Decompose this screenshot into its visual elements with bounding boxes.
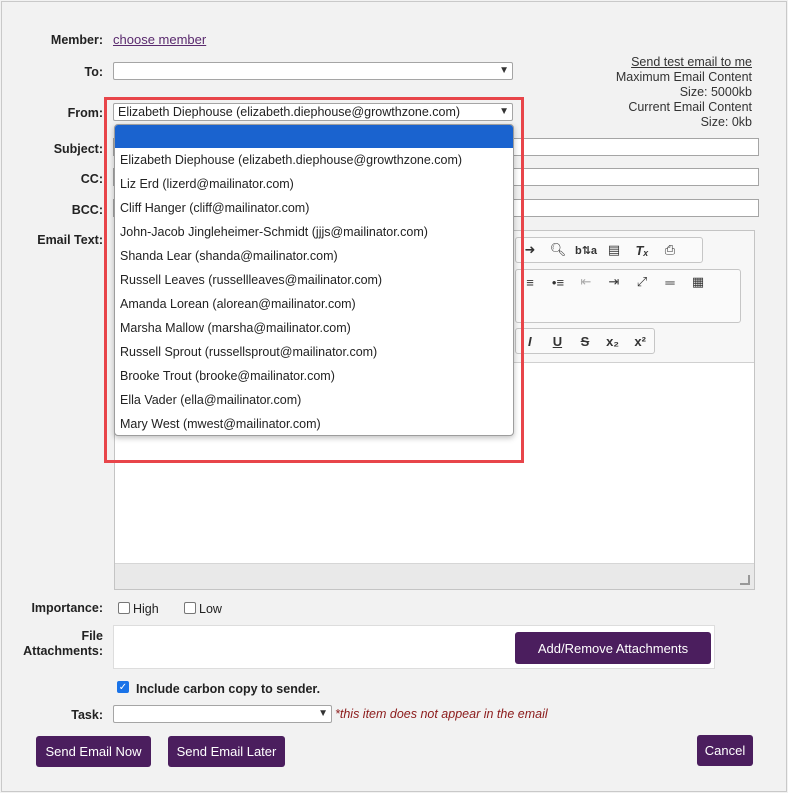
current-content-line1: Current Email Content (628, 100, 752, 114)
replace-icon[interactable]: b⇅a (572, 238, 600, 262)
importance-low-checkbox[interactable] (184, 602, 196, 614)
cancel-button[interactable]: Cancel (697, 735, 753, 766)
member-label: Member: (50, 33, 103, 47)
from-option[interactable]: Shanda Lear (shanda@mailinator.com) (115, 244, 513, 268)
from-option[interactable]: John-Jacob Jingleheimer-Schmidt (jjjs@ma… (115, 220, 513, 244)
carbon-copy-checkbox[interactable]: ✓ (117, 681, 129, 693)
from-option[interactable]: Russell Sprout (russellsprout@mailinator… (115, 340, 513, 364)
numbered-list-icon[interactable]: ≡ (516, 270, 544, 294)
task-select[interactable]: ▼ (113, 705, 332, 723)
importance-high-label: High (133, 602, 159, 616)
attachments-label-line2: Attachments: (23, 644, 103, 658)
task-note: *this item does not appear in the email (335, 707, 548, 721)
from-select[interactable]: Elizabeth Diephouse (elizabeth.diephouse… (113, 103, 513, 121)
toolbar-group-2: ≡ •≡ ⇤ ⇥ ⤢ ═ ▦ (515, 269, 741, 323)
to-select[interactable]: ▼ (113, 62, 513, 80)
editor-statusbar (115, 563, 754, 589)
from-option[interactable]: Brooke Trout (brooke@mailinator.com) (115, 364, 513, 388)
attachments-label-line1: File (81, 629, 103, 643)
resize-handle-icon[interactable] (740, 575, 750, 585)
toolbar-group-1: ➜ 🔍︎ b⇅a ▤ Tₓ ⎙ (515, 237, 703, 263)
from-option[interactable] (115, 125, 513, 148)
send-email-now-button[interactable]: Send Email Now (36, 736, 151, 767)
to-label: To: (84, 65, 103, 79)
remove-format-icon[interactable]: Tₓ (628, 238, 656, 262)
subscript-icon[interactable]: x₂ (599, 329, 627, 353)
from-option[interactable]: Ella Vader (ella@mailinator.com) (115, 388, 513, 412)
maximize-icon[interactable]: ⤢ (628, 270, 656, 294)
strikethrough-icon[interactable]: S (571, 329, 599, 353)
email-text-label: Email Text: (37, 233, 103, 247)
add-remove-attachments-button[interactable]: Add/Remove Attachments (515, 632, 711, 664)
toolbar-group-3: I U S x₂ x² (515, 328, 655, 354)
superscript-icon[interactable]: x² (626, 329, 654, 353)
underline-icon[interactable]: U (544, 329, 572, 353)
chevron-down-icon: ▼ (318, 708, 328, 719)
from-option[interactable]: Mary West (mwest@mailinator.com) (115, 412, 513, 435)
outdent-icon[interactable]: ⇤ (572, 270, 600, 294)
italic-icon[interactable]: I (516, 329, 544, 353)
find-icon[interactable]: 🔍︎ (544, 238, 572, 262)
from-option[interactable]: Amanda Lorean (alorean@mailinator.com) (115, 292, 513, 316)
from-dropdown-list: Elizabeth Diephouse (elizabeth.diephouse… (114, 124, 514, 436)
importance-label: Importance: (31, 601, 103, 615)
task-label: Task: (71, 708, 103, 722)
send-email-later-button[interactable]: Send Email Later (168, 736, 285, 767)
importance-high-checkbox[interactable] (118, 602, 130, 614)
bulleted-list-icon[interactable]: •≡ (544, 270, 572, 294)
from-option[interactable]: Elizabeth Diephouse (elizabeth.diephouse… (115, 148, 513, 172)
redo-icon[interactable]: ➜ (516, 238, 544, 262)
max-content-line2: Size: 5000kb (679, 85, 752, 99)
send-test-email-link[interactable]: Send test email to me (631, 55, 752, 70)
from-select-value: Elizabeth Diephouse (elizabeth.diephouse… (118, 105, 461, 119)
print-icon[interactable]: ⎙ (656, 238, 684, 262)
from-option[interactable]: Marsha Mallow (marsha@mailinator.com) (115, 316, 513, 340)
from-option[interactable]: Russell Leaves (russellleaves@mailinator… (115, 268, 513, 292)
horizontal-line-icon[interactable]: ═ (656, 270, 684, 294)
chevron-down-icon: ▼ (499, 65, 509, 76)
chevron-down-icon: ▼ (499, 106, 509, 117)
importance-low-label: Low (199, 602, 222, 616)
cc-label: CC: (80, 172, 103, 186)
max-content-line1: Maximum Email Content (615, 70, 752, 84)
subject-label: Subject: (53, 142, 103, 156)
indent-icon[interactable]: ⇥ (600, 270, 628, 294)
table-icon[interactable]: ▦ (684, 270, 712, 294)
from-option[interactable]: Cliff Hanger (cliff@mailinator.com) (115, 196, 513, 220)
from-option[interactable]: Liz Erd (lizerd@mailinator.com) (115, 172, 513, 196)
current-content-line2: Size: 0kb (700, 115, 752, 129)
choose-member-link[interactable]: choose member (113, 32, 206, 47)
compose-email-dialog: Member: choose member To: ▼ Send test em… (1, 1, 787, 792)
bcc-label: BCC: (71, 203, 103, 217)
carbon-copy-label: Include carbon copy to sender. (136, 682, 321, 696)
paste-from-word-icon[interactable]: ▤ (600, 238, 628, 262)
from-label: From: (67, 106, 103, 120)
